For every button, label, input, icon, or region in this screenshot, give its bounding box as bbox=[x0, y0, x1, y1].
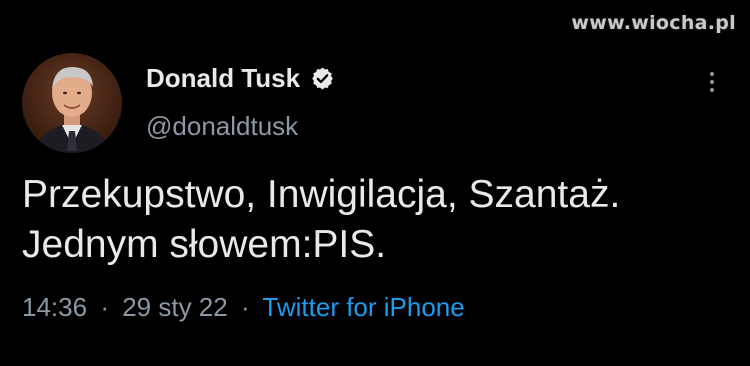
author-display-name[interactable]: Donald Tusk bbox=[146, 63, 300, 93]
tweet-text: Przekupstwo, Inwigilacja, Szantaż. Jedny… bbox=[22, 170, 738, 270]
verified-badge-icon bbox=[310, 66, 335, 91]
meta-separator: · bbox=[240, 292, 250, 322]
author-handle[interactable]: @donaldtusk bbox=[146, 111, 298, 141]
tweet-source-link[interactable]: Twitter for iPhone bbox=[262, 292, 464, 322]
tweet-meta: 14:36 · 29 sty 22 · Twitter for iPhone bbox=[22, 290, 465, 324]
tweet-date[interactable]: 29 sty 22 bbox=[122, 292, 228, 322]
avatar-photo bbox=[22, 53, 122, 153]
more-vertical-icon[interactable] bbox=[705, 70, 719, 96]
tweet-time[interactable]: 14:36 bbox=[22, 292, 87, 322]
tweet-text-line: Przekupstwo, Inwigilacja, Szantaż. bbox=[22, 173, 621, 216]
avatar[interactable] bbox=[22, 53, 122, 153]
watermark: www.wiocha.pl bbox=[571, 12, 736, 34]
meta-separator: · bbox=[100, 292, 109, 322]
author-name-row: Donald Tusk bbox=[146, 63, 335, 93]
tweet-text-line: Jednym słowem:PIS. bbox=[22, 223, 387, 266]
